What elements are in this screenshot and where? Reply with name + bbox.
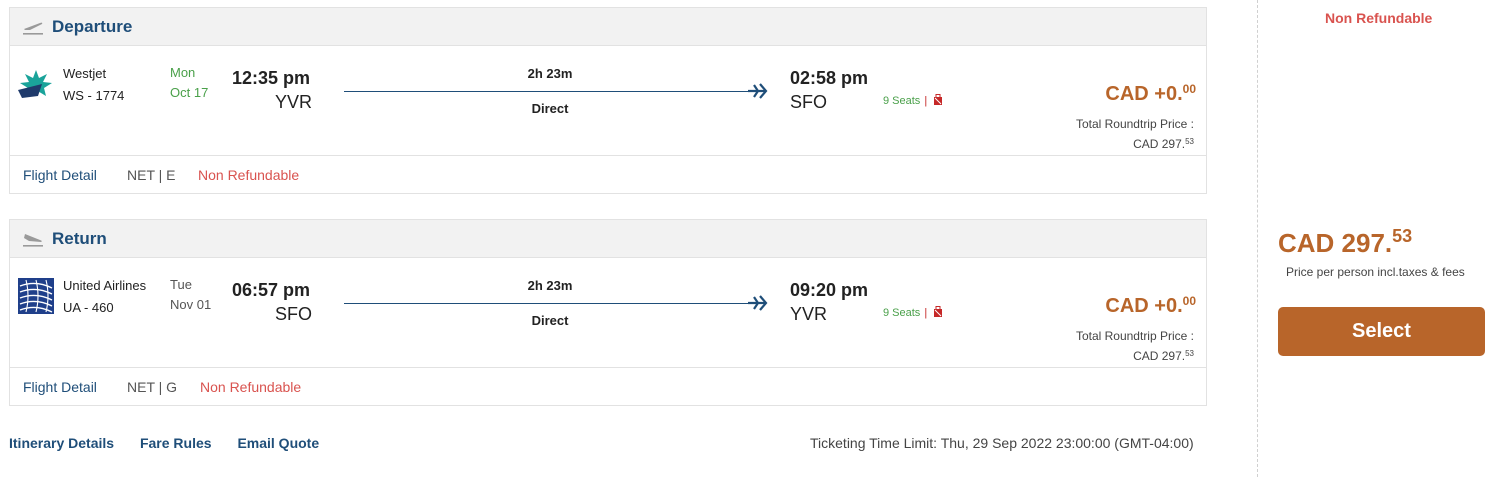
total-roundtrip-label: Total Roundtrip Price : [1075,329,1194,343]
departure-segment: Departure Westjet WS - 1774 Mon Oct 17 1… [9,7,1207,194]
fare-rules-link[interactable]: Fare Rules [140,435,212,451]
route-line [344,91,754,92]
ticketing-time-limit: Ticketing Time Limit: Thu, 29 Sep 2022 2… [810,435,1194,451]
return-title: Return [52,229,107,248]
route-line [344,303,754,304]
fare-class: NET | E [127,167,176,183]
price-note: Price per person incl.taxes & fees [1286,265,1465,279]
flight-detail-link[interactable]: Flight Detail [23,379,97,395]
westjet-logo-icon [18,70,52,98]
departure-header: Departure [10,8,1206,46]
airline-name: Westjet [63,66,107,81]
total-roundtrip-value: CAD 297.53 [1133,137,1194,151]
airline-name: United Airlines [63,278,147,293]
return-date: Tue Nov 01 [170,275,211,315]
flight-number: WS - 1774 [63,88,125,103]
flight-duration: 2h 23m [527,66,573,81]
date: Oct 17 [170,85,209,100]
fare-class: NET | G [127,379,178,395]
dep-airport: YVR [274,92,312,112]
departure-airline: Westjet WS - 1774 [63,63,124,107]
plane-icon [748,83,768,99]
day: Mon [170,65,196,80]
return-footer: Flight Detail NET | G Non Refundable [10,368,1206,405]
sidebar-price: CAD 297.53 [1278,226,1413,258]
day: Tue [170,277,192,292]
plane-icon [748,295,768,311]
refund-status: Non Refundable [200,379,302,395]
return-flight-row: United Airlines UA - 460 Tue Nov 01 06:5… [10,258,1206,368]
departure-flight-row: Westjet WS - 1774 Mon Oct 17 12:35 pm YV… [10,46,1206,156]
dep-airport: SFO [274,304,312,324]
itinerary-details-link[interactable]: Itinerary Details [9,435,114,451]
refund-status: Non Refundable [198,167,300,183]
seats-available: 9 Seats | [883,94,943,107]
total-roundtrip-label: Total Roundtrip Price : [1075,117,1194,131]
plane-takeoff-icon [23,22,43,35]
return-header: Return [10,220,1206,258]
united-airlines-logo-icon [18,278,54,314]
stops: Direct [531,313,569,328]
select-button[interactable]: Select [1278,307,1485,356]
dep-time: 06:57 pm [232,280,311,300]
baggage-icon[interactable] [933,306,943,318]
flight-duration: 2h 23m [527,278,573,293]
seats-count: 9 Seats [883,95,921,107]
plane-landing-icon [23,234,43,247]
return-segment: Return United Airlines UA - 460 Tue Nov … [9,219,1207,406]
dep-time: 12:35 pm [232,68,311,88]
stops: Direct [531,101,569,116]
bottom-links: Itinerary Details Fare Rules Email Quote [9,435,341,451]
arr-time: 02:58 pm [790,68,869,88]
date: Nov 01 [170,297,212,312]
seats-available: 9 Seats | [883,306,943,319]
arr-time: 09:20 pm [790,280,869,300]
departure-title: Departure [52,17,133,36]
sidebar-refund-status: Non Refundable [1325,10,1433,26]
vertical-divider [1257,0,1258,477]
total-roundtrip-value: CAD 297.53 [1133,349,1194,363]
departure-footer: Flight Detail NET | E Non Refundable [10,156,1206,193]
price-difference: CAD +0.00 [1105,294,1196,317]
baggage-icon[interactable] [933,94,943,106]
flight-number: UA - 460 [63,300,114,315]
arr-airport: YVR [790,304,828,324]
flight-detail-link[interactable]: Flight Detail [23,167,97,183]
arr-airport: SFO [790,92,828,112]
email-quote-link[interactable]: Email Quote [237,435,319,451]
price-difference: CAD +0.00 [1105,82,1196,105]
return-airline: United Airlines UA - 460 [63,275,146,319]
seats-count: 9 Seats [883,307,921,319]
departure-date: Mon Oct 17 [170,63,208,103]
